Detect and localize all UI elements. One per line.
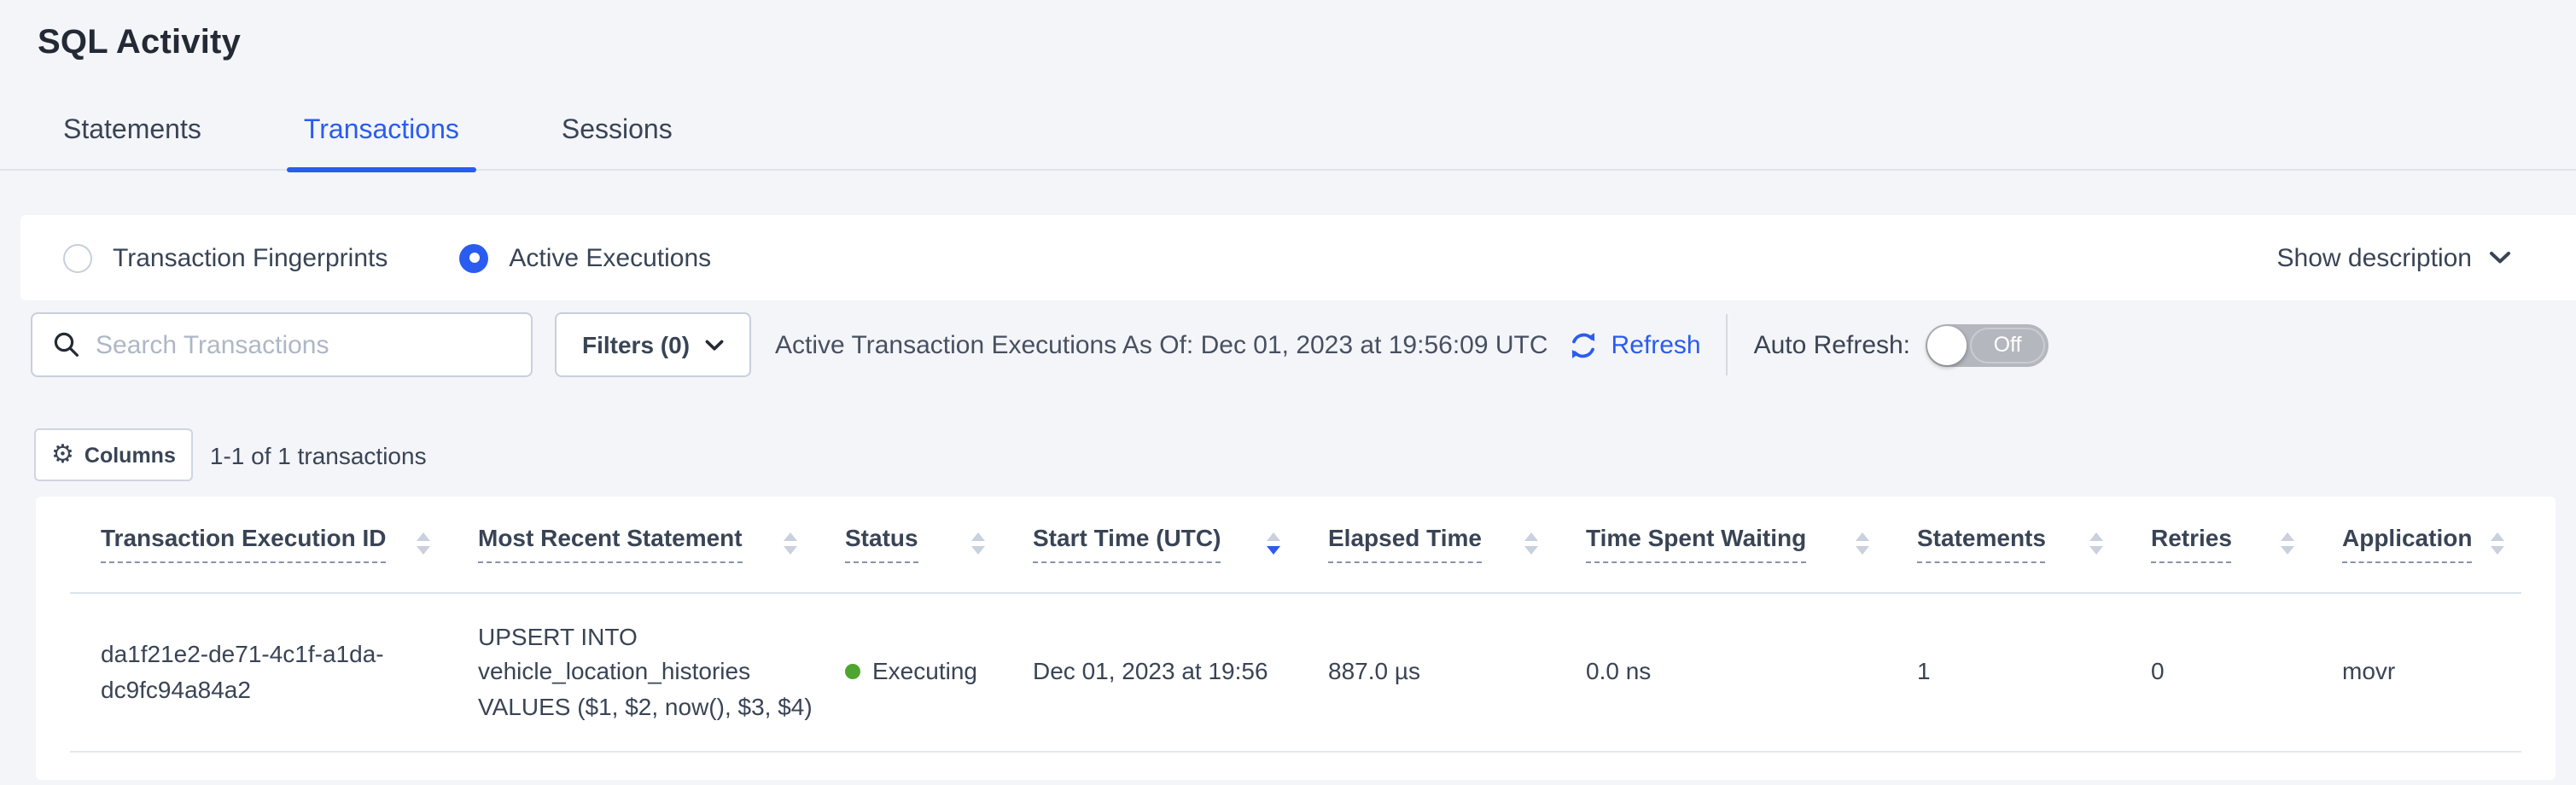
sort-icon[interactable] [1524,533,1538,555]
sort-icon-descending[interactable] [1267,533,1280,555]
sort-icon[interactable] [417,533,430,555]
toggle-state-label: Off [1970,327,2045,363]
refresh-icon [1567,329,1600,361]
radio-label: Active Executions [509,243,711,272]
sql-activity-page: SQL Activity Statements Transactions Ses… [0,0,2576,785]
toggle-knob[interactable] [1927,325,1967,364]
transactions-table-card: Transaction Execution ID Most Recent Sta… [36,497,2556,780]
columns-button[interactable]: ⚙ Columns [34,428,193,481]
radio-active-executions[interactable]: Active Executions [459,243,711,272]
refresh-button[interactable]: Refresh [1567,329,1701,361]
cell-status: Executing [814,592,1002,751]
sort-icon[interactable] [2491,533,2504,555]
column-header-statements[interactable]: Statements [1886,497,2120,592]
table-header-row: Transaction Execution ID Most Recent Sta… [70,497,2521,592]
sort-icon[interactable] [971,533,985,555]
chevron-down-icon [705,339,724,351]
gear-icon: ⚙ [51,442,74,468]
sort-icon[interactable] [784,533,797,555]
tab-sessions[interactable]: Sessions [545,116,690,169]
search-box[interactable] [31,312,533,377]
radio-label: Transaction Fingerprints [113,243,388,272]
auto-refresh-label: Auto Refresh: [1754,330,1910,359]
auto-refresh-toggle[interactable]: Off [1926,323,2049,366]
radio-selected-icon[interactable] [459,243,488,272]
column-header-application[interactable]: Application [2311,497,2521,592]
cell-start-time: Dec 01, 2023 at 19:56 [1002,592,1297,751]
column-header-elapsed-time[interactable]: Elapsed Time [1297,497,1555,592]
view-selector-strip: Transaction Fingerprints Active Executio… [20,215,2576,300]
tab-statements[interactable]: Statements [46,116,219,169]
column-header-transaction-execution-id[interactable]: Transaction Execution ID [70,497,447,592]
column-header-start-time[interactable]: Start Time (UTC) [1002,497,1297,592]
executing-status-icon [845,664,860,679]
column-header-time-spent-waiting[interactable]: Time Spent Waiting [1555,497,1886,592]
sort-icon[interactable] [2281,533,2294,555]
page-title: SQL Activity [38,24,2576,63]
page-header: SQL Activity [0,0,2576,63]
cell-statements: 1 [1886,592,2120,751]
show-description-button[interactable]: Show description [2277,243,2511,272]
cell-most-recent-statement: UPSERT INTO vehicle_location_histories V… [447,592,814,751]
cell-time-spent-waiting: 0.0 ns [1555,592,1886,751]
show-description-label: Show description [2277,243,2472,272]
refresh-label: Refresh [1611,330,1701,359]
column-header-most-recent-statement[interactable]: Most Recent Statement [447,497,814,592]
vertical-divider [1727,314,1728,375]
as-of-text: Active Transaction Executions As Of: Dec… [775,330,1548,359]
results-count: 1-1 of 1 transactions [210,441,427,468]
sort-icon[interactable] [2089,533,2103,555]
cell-transaction-execution-id: da1f21e2-de71-4c1f-a1da- dc9fc94a84a2 [70,592,447,751]
status-label: Executing [872,654,977,689]
column-header-status[interactable]: Status [814,497,1002,592]
results-bar: ⚙ Columns 1-1 of 1 transactions [0,428,2576,481]
radio-unselected-icon[interactable] [63,243,92,272]
filters-label: Filters (0) [582,331,690,358]
sort-icon[interactable] [1856,533,1869,555]
search-input[interactable] [96,330,510,359]
chevron-down-icon [2489,251,2511,265]
transactions-table: Transaction Execution ID Most Recent Sta… [70,497,2521,752]
columns-button-label: Columns [85,443,176,467]
radio-transaction-fingerprints[interactable]: Transaction Fingerprints [63,243,388,272]
filters-button[interactable]: Filters (0) [555,312,751,377]
tab-transactions[interactable]: Transactions [287,116,476,169]
column-header-retries[interactable]: Retries [2120,497,2311,592]
search-icon [53,331,80,358]
cell-application: movr [2311,592,2521,751]
cell-elapsed-time: 887.0 µs [1297,592,1555,751]
controls-row: Filters (0) Active Transaction Execution… [0,312,2576,377]
tab-bar: Statements Transactions Sessions [0,116,2576,171]
cell-retries: 0 [2120,592,2311,751]
table-row[interactable]: da1f21e2-de71-4c1f-a1da- dc9fc94a84a2 UP… [70,592,2521,751]
